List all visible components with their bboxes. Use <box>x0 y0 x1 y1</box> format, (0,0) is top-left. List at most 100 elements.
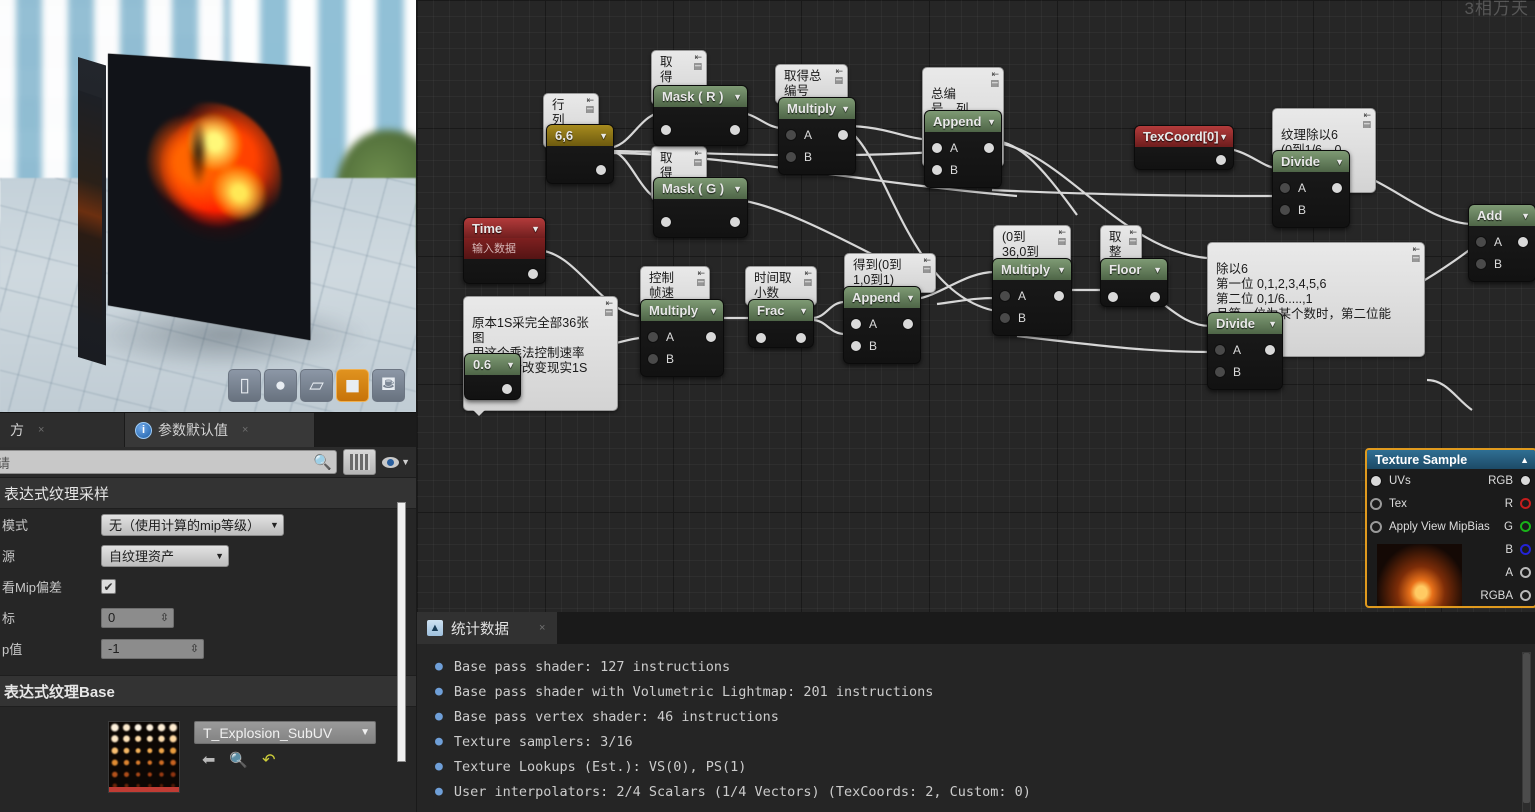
node-output-pin[interactable] <box>1517 236 1529 248</box>
tab-details[interactable]: 方 × <box>0 413 125 447</box>
node-output-pin[interactable] <box>705 331 717 343</box>
node-title-bar[interactable]: 0.6 ▼ <box>465 354 520 375</box>
comment-pin-icon[interactable]: ⇤ ▤ <box>693 149 702 167</box>
mipvalue-number-field[interactable]: -1 ⇳ <box>101 638 204 659</box>
node-multiply-total[interactable]: Multiply ▼ A B <box>778 97 856 175</box>
chevron-down-icon[interactable]: ▼ <box>841 104 850 114</box>
node-title-bar[interactable]: Divide ▼ <box>1208 313 1282 334</box>
node-texture-sample[interactable]: Texture Sample ▲ UVs RGB Tex R Apply Vie… <box>1365 448 1535 608</box>
chevron-up-icon[interactable]: ▲ <box>1520 455 1529 465</box>
chevron-down-icon[interactable]: ▼ <box>1521 211 1530 221</box>
stats-scrollbar[interactable] <box>1522 652 1531 812</box>
node-texcoord-0[interactable]: TexCoord[0] ▼ <box>1134 125 1234 170</box>
node-output-pin[interactable] <box>527 268 539 280</box>
node-title-bar[interactable]: Add ▼ <box>1469 205 1535 226</box>
chevron-down-icon[interactable]: ▼ <box>733 184 742 194</box>
tab-statistics-close-icon[interactable]: × <box>539 622 545 634</box>
node-title-bar[interactable]: Floor ▼ <box>1101 259 1167 280</box>
node-title-bar[interactable]: Frac ▼ <box>749 300 813 321</box>
reset-to-default-icon[interactable]: ↶ <box>262 750 275 770</box>
comment-pin-icon[interactable]: ⇤ ▤ <box>834 67 843 85</box>
node-multiply-framerate[interactable]: Multiply ▼ A B <box>640 299 724 377</box>
node-input-pin-b[interactable] <box>1214 366 1226 378</box>
node-title-bar[interactable]: Texture Sample ▲ <box>1367 450 1535 469</box>
node-title-bar[interactable]: TexCoord[0] ▼ <box>1135 126 1233 147</box>
node-title-bar[interactable]: Time ▼ <box>464 218 545 239</box>
node-input-pin-a[interactable] <box>1475 236 1487 248</box>
node-input-pin[interactable] <box>755 332 767 344</box>
node-constant-6-6[interactable]: 6,6 ▼ <box>546 124 614 184</box>
node-input-pin-a[interactable] <box>850 318 862 330</box>
visibility-eye-icon[interactable]: ▼ <box>382 456 410 468</box>
search-input[interactable]: 请 🔍 <box>0 450 338 474</box>
input-pin-apply-view-mipbias[interactable] <box>1370 520 1382 533</box>
shape-button-cylinder[interactable]: ▯ <box>228 369 261 402</box>
node-append-2[interactable]: Append ▼ A B <box>843 286 921 364</box>
comment-pin-icon[interactable]: ⇤ ▤ <box>585 96 594 114</box>
mode-dropdown[interactable]: 无（使用计算的mip等级） ▼ <box>101 513 284 536</box>
node-input-pin-b[interactable] <box>785 151 797 163</box>
node-divide-6[interactable]: Divide ▼ A B <box>1207 312 1283 390</box>
node-input-pin[interactable] <box>1107 291 1119 303</box>
chevron-down-icon[interactable]: ▼ <box>401 457 410 467</box>
node-output-pin[interactable] <box>1215 154 1227 166</box>
chevron-down-icon[interactable]: ▼ <box>1057 265 1066 275</box>
output-pin-rgba[interactable] <box>1520 590 1531 601</box>
texture-asset-thumbnail[interactable] <box>108 721 180 793</box>
source-dropdown[interactable]: 自纹理资产 ▼ <box>101 544 229 567</box>
node-title-bar[interactable]: Multiply ▼ <box>779 98 855 119</box>
texture-asset-dropdown[interactable]: T_Explosion_SubUV ▼ <box>194 721 376 744</box>
chevron-down-icon[interactable]: ▼ <box>506 360 515 370</box>
node-output-pin[interactable] <box>902 318 914 330</box>
node-input-pin-a[interactable] <box>1214 344 1226 356</box>
tab-parameter-defaults-close-icon[interactable]: × <box>242 424 248 436</box>
details-scrollbar[interactable] <box>397 502 406 762</box>
node-output-pin[interactable] <box>1264 344 1276 356</box>
node-output-pin[interactable] <box>501 383 513 395</box>
chevron-down-icon[interactable]: ▼ <box>1153 265 1162 275</box>
node-title-bar[interactable]: 6,6 ▼ <box>547 125 613 146</box>
chevron-down-icon[interactable]: ▼ <box>733 92 742 102</box>
node-output-pin[interactable] <box>795 332 807 344</box>
node-output-pin[interactable] <box>1149 291 1161 303</box>
node-input-pin[interactable] <box>660 124 672 136</box>
node-input-pin[interactable] <box>660 216 672 228</box>
shape-button-teapot[interactable]: ⛾ <box>372 369 405 402</box>
comment-pin-icon[interactable]: ⇤ ▤ <box>922 256 931 274</box>
chevron-down-icon[interactable]: ▼ <box>799 306 808 316</box>
node-multiply-36[interactable]: Multiply ▼ A B <box>992 258 1072 336</box>
preview-cube[interactable] <box>108 53 311 341</box>
chevron-down-icon[interactable]: ▼ <box>987 117 996 127</box>
node-input-pin-b[interactable] <box>1475 258 1487 270</box>
node-output-pin[interactable] <box>595 164 607 176</box>
tab-parameter-defaults[interactable]: i 参数默认值 × <box>125 413 315 447</box>
node-title-bar[interactable]: Multiply ▼ <box>993 259 1071 280</box>
input-pin-tex[interactable] <box>1370 497 1382 510</box>
browse-back-icon[interactable]: ⬅ <box>202 750 215 770</box>
chevron-down-icon[interactable]: ▼ <box>1268 319 1277 329</box>
preview-shape-toolbar[interactable]: ▯ ● ▱ ◼ ⛾ <box>228 369 405 402</box>
shape-button-cube[interactable]: ◼ <box>336 369 369 402</box>
comment-pin-icon[interactable]: ⇤ ▤ <box>1057 228 1066 246</box>
index-number-field[interactable]: 0 ⇳ <box>101 607 174 628</box>
node-input-pin-a[interactable] <box>647 331 659 343</box>
node-mask-r[interactable]: Mask ( R ) ▼ <box>653 85 748 146</box>
output-pin-b[interactable] <box>1520 544 1531 555</box>
node-title-bar[interactable]: Multiply ▼ <box>641 300 723 321</box>
node-output-pin[interactable] <box>1331 182 1343 194</box>
chevron-down-icon[interactable]: ▼ <box>531 224 540 234</box>
node-input-pin-b[interactable] <box>647 353 659 365</box>
material-preview-viewport[interactable]: ▯ ● ▱ ◼ ⛾ <box>0 0 416 412</box>
node-title-bar[interactable]: Append ▼ <box>925 111 1001 132</box>
chevron-down-icon[interactable]: ▼ <box>1219 132 1228 142</box>
node-input-pin-b[interactable] <box>1279 204 1291 216</box>
node-input-pin-a[interactable] <box>785 129 797 141</box>
chevron-down-icon[interactable]: ▼ <box>599 131 608 141</box>
chevron-down-icon[interactable]: ▼ <box>906 293 915 303</box>
node-frac[interactable]: Frac ▼ <box>748 299 814 348</box>
output-pin-a[interactable] <box>1520 567 1531 578</box>
node-input-pin-b[interactable] <box>931 164 943 176</box>
node-output-pin[interactable] <box>729 216 741 228</box>
output-pin-rgb[interactable] <box>1520 475 1531 486</box>
comment-pin-icon[interactable]: ⇤ ▤ <box>696 269 705 287</box>
